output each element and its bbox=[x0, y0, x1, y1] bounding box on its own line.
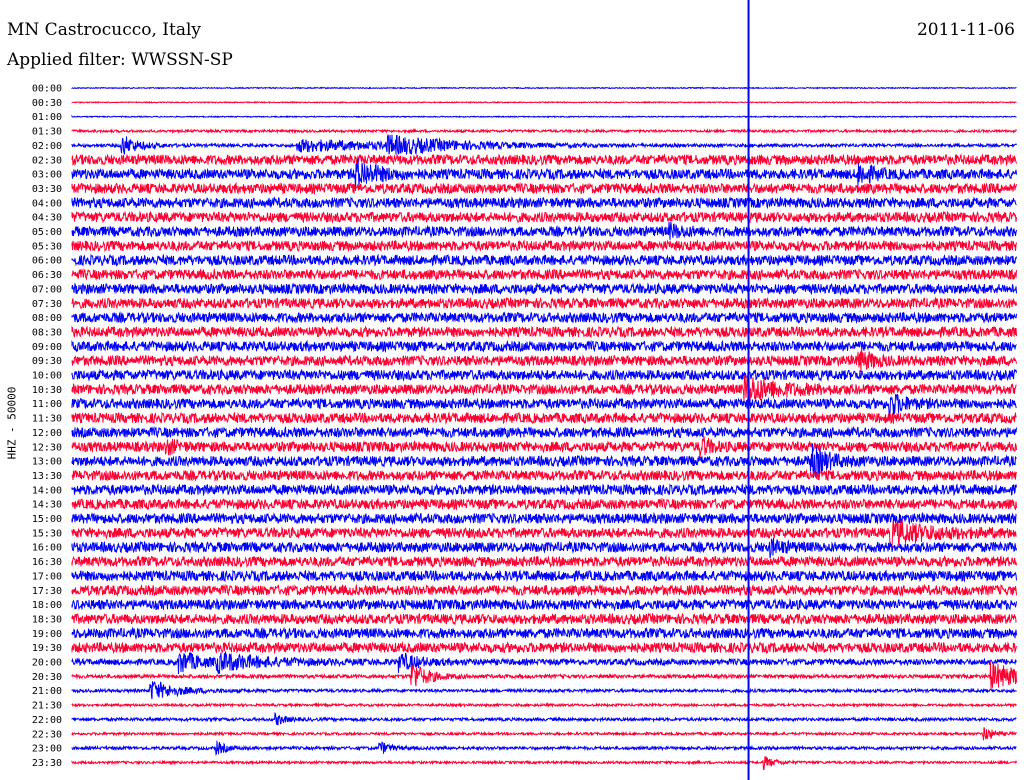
seismic-trace bbox=[71, 711, 1017, 726]
time-tick-label: 18:00 bbox=[32, 600, 62, 611]
time-tick-label: 01:00 bbox=[32, 112, 62, 123]
seismic-trace bbox=[71, 468, 1017, 483]
seismic-trace bbox=[71, 127, 1017, 135]
trace-group bbox=[71, 86, 1017, 771]
time-tick-label: 03:30 bbox=[32, 184, 62, 195]
time-tick-label: 13:30 bbox=[32, 471, 62, 482]
time-tick-label: 11:30 bbox=[32, 414, 62, 425]
time-tick-label: 09:00 bbox=[32, 342, 62, 353]
time-tick-label: 05:30 bbox=[32, 241, 62, 252]
time-tick-label: 16:30 bbox=[32, 557, 62, 568]
time-tick-label: 10:00 bbox=[32, 371, 62, 382]
seismic-trace bbox=[71, 756, 1017, 771]
time-tick-label: 20:30 bbox=[32, 672, 62, 683]
seismic-trace bbox=[71, 181, 1017, 196]
time-tick-label: 10:30 bbox=[32, 385, 62, 396]
time-tick-label: 19:30 bbox=[32, 643, 62, 654]
seismic-trace bbox=[71, 114, 1017, 119]
time-tick-label: 17:00 bbox=[32, 571, 62, 582]
seismic-trace bbox=[71, 597, 1017, 612]
seismic-trace bbox=[71, 210, 1017, 224]
seismic-trace bbox=[71, 612, 1017, 626]
seismic-trace bbox=[71, 727, 1017, 741]
seismogram-plot: 00:00 00:30 01:00 01:30 02:00 02:30 03:00 03:30… bbox=[32, 0, 1017, 780]
time-tick-label: 16:00 bbox=[32, 543, 62, 554]
seismic-trace bbox=[71, 134, 1017, 156]
time-tick-label: 02:00 bbox=[32, 141, 62, 152]
time-tick-label: 08:00 bbox=[32, 313, 62, 324]
seismic-trace bbox=[71, 640, 1017, 655]
seismic-trace bbox=[71, 339, 1017, 353]
seismic-trace bbox=[71, 483, 1017, 497]
time-tick-label: 09:30 bbox=[32, 356, 62, 367]
time-tick-label: 17:30 bbox=[32, 586, 62, 597]
seismic-trace bbox=[71, 626, 1017, 641]
seismic-trace bbox=[71, 268, 1017, 282]
seismic-trace bbox=[71, 296, 1017, 311]
seismic-trace bbox=[71, 368, 1017, 382]
time-tick-label: 12:00 bbox=[32, 428, 62, 439]
seismic-trace bbox=[71, 681, 1017, 700]
seismic-trace bbox=[71, 311, 1017, 325]
time-tick-label: 14:30 bbox=[32, 500, 62, 511]
time-tick-label: 20:00 bbox=[32, 658, 62, 669]
time-tick-label: 00:30 bbox=[32, 98, 62, 109]
seismic-trace bbox=[71, 221, 1017, 240]
time-tick-label: 07:30 bbox=[32, 299, 62, 310]
time-tick-label: 03:00 bbox=[32, 170, 62, 181]
time-tick-label: 01:30 bbox=[32, 127, 62, 138]
seismic-trace bbox=[71, 100, 1017, 104]
seismic-trace bbox=[71, 554, 1017, 569]
seismic-trace bbox=[71, 325, 1017, 339]
seismic-trace bbox=[71, 411, 1017, 425]
time-tick-label: 13:00 bbox=[32, 457, 62, 468]
time-tick-label: 00:00 bbox=[32, 84, 62, 95]
time-tick-label: 08:30 bbox=[32, 327, 62, 338]
seismic-trace bbox=[71, 511, 1017, 525]
seismic-trace bbox=[71, 740, 1017, 756]
seismic-trace bbox=[71, 153, 1017, 167]
seismic-trace bbox=[71, 393, 1017, 417]
seismic-trace bbox=[71, 701, 1017, 709]
seismic-trace bbox=[71, 520, 1017, 548]
time-tick-label: 14:00 bbox=[32, 485, 62, 496]
time-tick-label: 04:00 bbox=[32, 198, 62, 209]
time-tick-label: 19:00 bbox=[32, 629, 62, 640]
time-tick-label: 15:30 bbox=[32, 528, 62, 539]
time-tick-label: 06:30 bbox=[32, 270, 62, 281]
seismic-trace bbox=[71, 195, 1017, 210]
seismic-trace bbox=[71, 347, 1017, 373]
time-tick-label: 07:00 bbox=[32, 284, 62, 295]
time-tick-label: 12:30 bbox=[32, 442, 62, 453]
time-tick-label: 15:00 bbox=[32, 514, 62, 525]
time-tick-label: 11:00 bbox=[32, 399, 62, 410]
seismic-trace bbox=[71, 583, 1017, 597]
seismic-trace bbox=[71, 239, 1017, 253]
seismic-trace bbox=[71, 282, 1017, 296]
time-tick-label: 05:00 bbox=[32, 227, 62, 238]
seismic-trace bbox=[71, 651, 1017, 675]
seismic-trace bbox=[71, 436, 1017, 459]
time-tick-label: 04:30 bbox=[32, 213, 62, 224]
time-tick-label: 22:00 bbox=[32, 715, 62, 726]
time-tick-label: 06:00 bbox=[32, 256, 62, 267]
time-tick-label: 02:30 bbox=[32, 155, 62, 166]
time-tick-label: 18:30 bbox=[32, 614, 62, 625]
seismic-trace bbox=[71, 537, 1017, 559]
seismic-trace bbox=[71, 425, 1017, 439]
time-tick-labels: 00:00 00:30 01:00 01:30 02:00 02:30 03:00 03:30… bbox=[32, 84, 62, 769]
time-tick-label: 22:30 bbox=[32, 729, 62, 740]
seismic-trace bbox=[71, 253, 1017, 267]
seismic-trace bbox=[71, 569, 1017, 583]
time-tick-label: 23:00 bbox=[32, 744, 62, 755]
seismic-trace bbox=[71, 497, 1017, 511]
time-tick-label: 23:30 bbox=[32, 758, 62, 769]
time-tick-label: 21:30 bbox=[32, 701, 62, 712]
time-tick-label: 21:00 bbox=[32, 686, 62, 697]
seismic-trace bbox=[71, 86, 1017, 90]
